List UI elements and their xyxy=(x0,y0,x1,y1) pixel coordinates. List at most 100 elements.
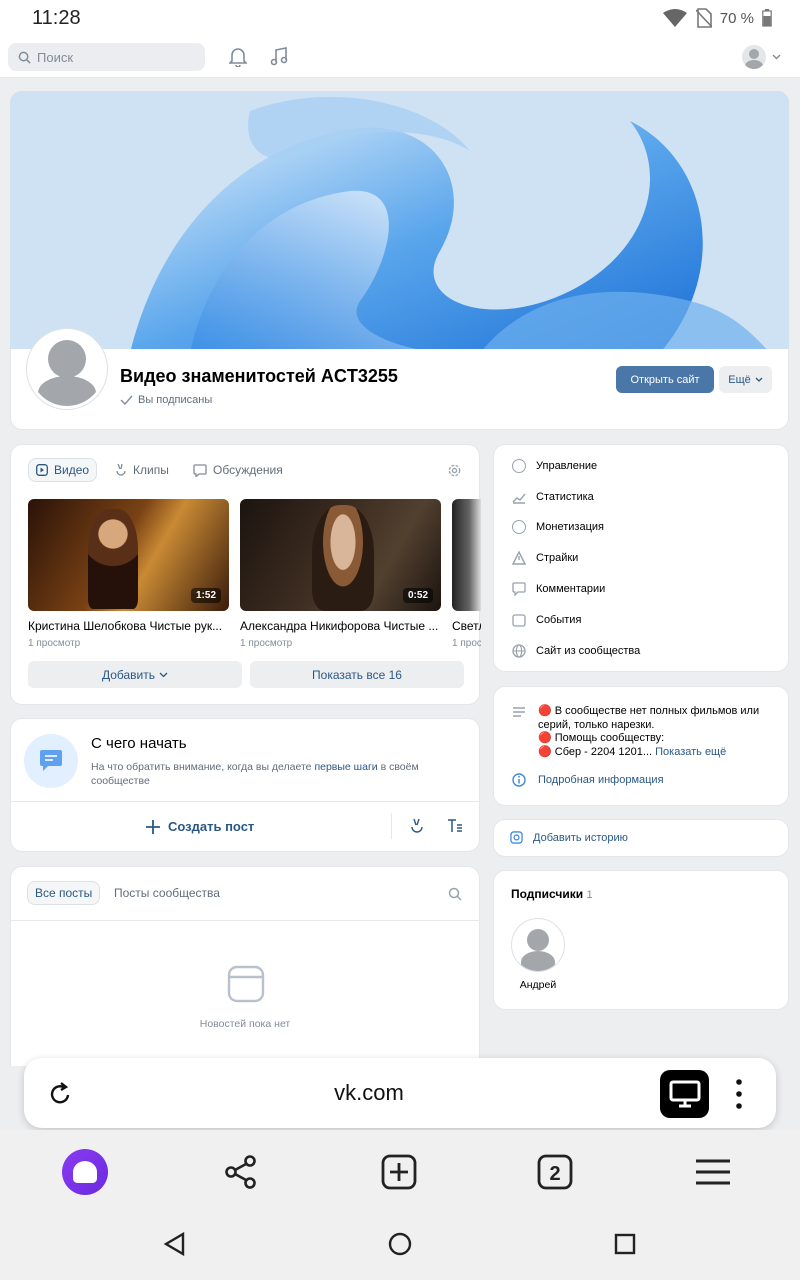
subscribers-block: Подписчики 1 Андрей xyxy=(493,870,789,1010)
subscribers-count: 1 xyxy=(586,889,593,901)
check-icon xyxy=(120,395,133,405)
discussion-icon xyxy=(193,463,207,477)
back-icon[interactable] xyxy=(163,1232,185,1256)
recents-icon[interactable] xyxy=(614,1233,636,1255)
video-views: 1 просмотр xyxy=(240,638,293,649)
info-icon xyxy=(512,773,526,787)
tab-all-posts[interactable]: Все посты xyxy=(27,881,101,905)
tabs-counter-icon[interactable]: 2 xyxy=(537,1154,573,1190)
menu-label: Страйки xyxy=(536,552,579,564)
monitor-icon xyxy=(669,1080,701,1108)
plus-icon xyxy=(146,819,160,834)
menu-item-management[interactable]: Управление xyxy=(512,459,597,473)
gear-icon xyxy=(512,459,526,473)
community-header: Видео знаменитостей ACT3255 Вы подписаны… xyxy=(10,329,789,430)
tab-discussions[interactable]: Обсуждения xyxy=(193,463,283,477)
camera-icon xyxy=(510,831,523,844)
create-post-button[interactable]: Создать пост xyxy=(146,819,254,834)
warning-icon xyxy=(512,551,526,565)
details-link[interactable]: Подробная информация xyxy=(512,773,664,787)
getting-started-title: С чего начать xyxy=(91,735,187,752)
gear-icon[interactable] xyxy=(447,463,462,478)
status-icons: 70 % xyxy=(662,8,772,28)
comment-icon xyxy=(512,582,526,596)
search-input[interactable]: Поиск xyxy=(8,43,205,71)
open-site-button[interactable]: Открыть сайт xyxy=(616,366,714,393)
share-icon[interactable] xyxy=(224,1155,258,1189)
video-thumbnail[interactable] xyxy=(452,499,481,611)
home-icon[interactable] xyxy=(388,1232,412,1256)
menu-label: Монетизация xyxy=(536,521,604,533)
video-title[interactable]: Кристина Шелобкова Чистые рук... xyxy=(28,619,229,633)
info-line: 🔴 Сбер - 2204 1201... xyxy=(538,745,653,758)
bell-icon[interactable] xyxy=(229,47,247,67)
tab-video[interactable]: Видео xyxy=(28,458,98,482)
video-thumbnail[interactable]: 1:52 xyxy=(28,499,229,611)
menu-item-comments[interactable]: Комментарии xyxy=(512,582,605,596)
menu-item-statistics[interactable]: Статистика xyxy=(512,490,594,504)
tab-video-label: Видео xyxy=(54,463,90,477)
search-placeholder: Поиск xyxy=(37,49,74,65)
alice-assistant-icon[interactable] xyxy=(62,1149,108,1195)
video-thumbnail[interactable]: 0:52 xyxy=(240,499,441,611)
video-title[interactable]: Александра Никифорова Чистые ... xyxy=(240,619,441,633)
chart-icon xyxy=(512,493,526,504)
more-button[interactable]: Ещё xyxy=(719,366,772,393)
subscribers-label: Подписчики xyxy=(511,887,584,901)
chevron-down-icon xyxy=(159,672,168,677)
subscriber-avatar[interactable] xyxy=(511,918,565,972)
more-vertical-icon[interactable] xyxy=(736,1079,742,1111)
search-icon xyxy=(18,51,31,64)
subscribed-status[interactable]: Вы подписаны xyxy=(120,394,212,406)
divider xyxy=(391,813,392,839)
video-views: 1 просмотр xyxy=(28,638,81,649)
news-empty-icon xyxy=(227,965,265,1003)
search-icon[interactable] xyxy=(448,887,462,901)
cover-art xyxy=(10,91,789,353)
desc-text: На что обратить внимание, когда вы делае… xyxy=(91,761,315,773)
new-tab-icon[interactable] xyxy=(381,1154,417,1190)
text-format-icon[interactable] xyxy=(447,819,463,833)
info-line: 🔴 Помощь сообществу: xyxy=(538,732,665,744)
menu-item-site[interactable]: Сайт из сообщества xyxy=(512,644,640,658)
media-block: Видео Клипы Обсуждения 1:52 0:52 Кристин… xyxy=(10,444,481,705)
create-post-label: Создать пост xyxy=(168,819,255,834)
first-steps-link[interactable]: первые шаги xyxy=(314,761,377,773)
subscribed-label: Вы подписаны xyxy=(138,394,213,406)
show-all-videos-button[interactable]: Показать все 16 xyxy=(250,661,464,688)
menu-label: Управление xyxy=(536,460,598,472)
add-story-block[interactable]: Добавить историю xyxy=(493,819,789,857)
getting-started-desc: На что обратить внимание, когда вы делае… xyxy=(91,760,461,788)
menu-label: Сайт из сообщества xyxy=(536,645,641,657)
text-lines-icon xyxy=(513,707,525,717)
menu-item-events[interactable]: События xyxy=(512,613,581,627)
url-text[interactable]: vk.com xyxy=(24,1080,714,1106)
menu-icon[interactable] xyxy=(695,1158,731,1186)
subscriber-name[interactable]: Андрей xyxy=(511,979,565,991)
music-icon[interactable] xyxy=(270,47,288,67)
chevron-down-icon[interactable] xyxy=(772,54,781,60)
video-title[interactable]: Светл xyxy=(452,619,481,633)
add-story-button[interactable]: Добавить историю xyxy=(510,831,628,844)
info-line: 🔴 В сообществе нет полных фильмов или се… xyxy=(538,705,760,731)
community-name: Видео знаменитостей ACT3255 xyxy=(120,366,398,386)
tab-community-posts[interactable]: Посты сообщества xyxy=(114,886,220,900)
battery-icon xyxy=(762,9,772,27)
more-label: Ещё xyxy=(728,373,751,386)
video-duration: 1:52 xyxy=(190,588,221,603)
user-avatar[interactable] xyxy=(742,45,766,69)
subscribers-title[interactable]: Подписчики 1 xyxy=(511,887,593,901)
community-cover xyxy=(10,91,789,353)
show-more-link[interactable]: Показать ещё xyxy=(655,746,726,758)
add-video-button[interactable]: Добавить xyxy=(28,661,242,688)
add-video-label: Добавить xyxy=(101,667,156,682)
browser-bottom-nav: 2 xyxy=(0,1130,800,1280)
community-avatar[interactable] xyxy=(27,329,107,409)
add-story-label: Добавить историю xyxy=(533,831,628,844)
clips-icon[interactable] xyxy=(410,818,424,834)
desktop-mode-button[interactable] xyxy=(660,1070,709,1118)
tab-clips[interactable]: Клипы xyxy=(115,463,169,477)
tab-clips-label: Клипы xyxy=(133,463,169,477)
menu-item-monetization[interactable]: Монетизация xyxy=(512,520,604,534)
menu-item-strikes[interactable]: Страйки xyxy=(512,551,578,565)
